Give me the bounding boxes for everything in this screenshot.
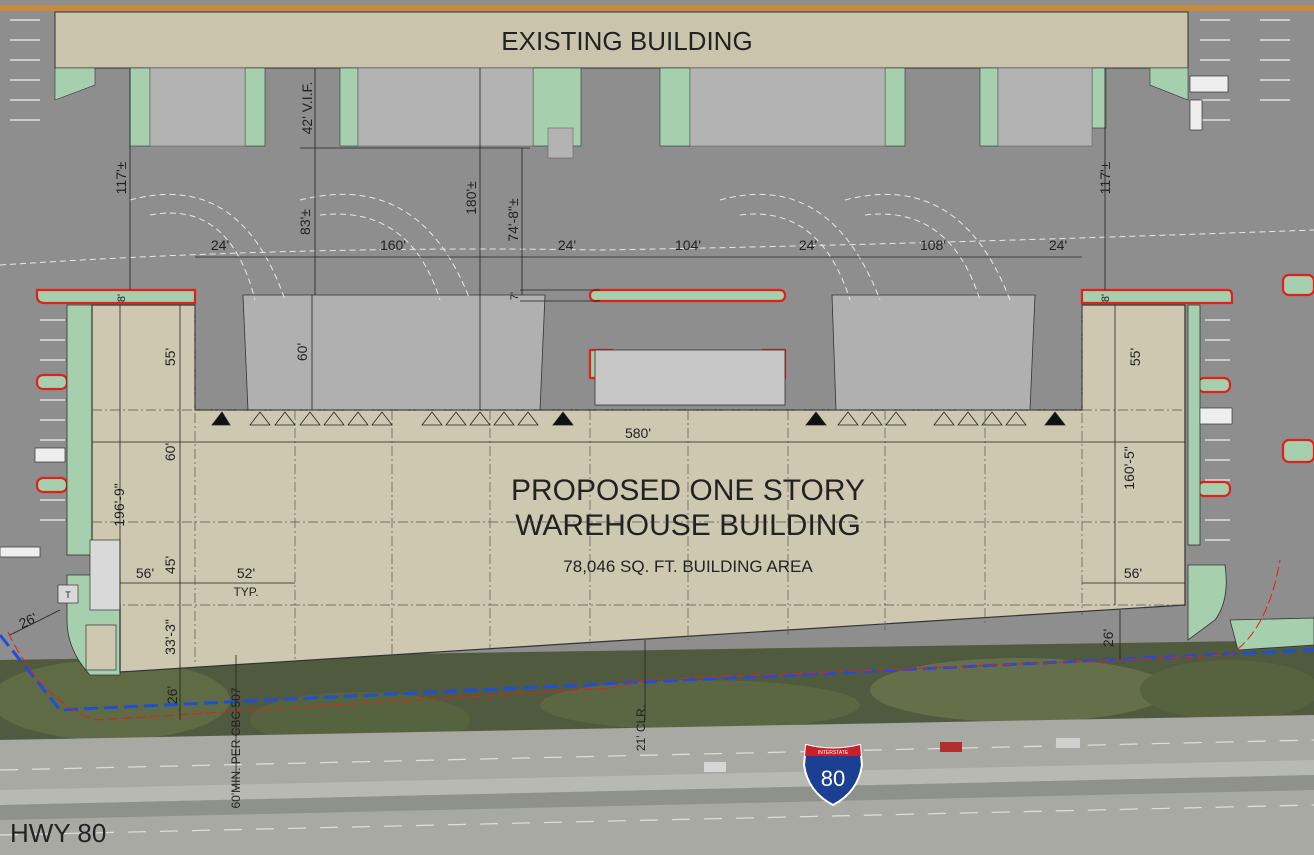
dim-74-8: 74'-8"± — [505, 198, 521, 242]
dim-52: 52' — [237, 565, 255, 581]
dim-24-a: 24' — [211, 237, 229, 253]
site-plan: EXISTING BUILDING PROPOSED ONE STORY WAR… — [0, 0, 1314, 855]
dim-180: 180'± — [463, 181, 479, 215]
dim-42-vif: 42' V.I.F. — [299, 82, 315, 135]
shield-top: INTERSTATE — [818, 750, 849, 756]
dim-108: 108' — [920, 237, 946, 253]
dim-56-right: 56' — [1124, 565, 1142, 581]
dim-196-9: 196'-9" — [111, 483, 127, 526]
dim-7: 7' — [509, 292, 521, 300]
shield-number: 80 — [821, 766, 845, 791]
highway-label: HWY 80 — [10, 818, 106, 848]
dim-8-left: 8' — [116, 294, 128, 302]
dim-83: 83'± — [297, 209, 313, 235]
dim-160: 160' — [380, 237, 406, 253]
dim-117-left: 117'± — [113, 161, 129, 194]
dim-117-right: 117'± — [1097, 161, 1113, 194]
transformer-label: T — [65, 590, 71, 600]
dim-8-right: 8' — [1100, 294, 1112, 302]
top-border — [0, 5, 1314, 11]
dim-33-3: 33'-3" — [162, 619, 178, 655]
dim-24-d: 24' — [1049, 237, 1067, 253]
dim-56-left: 56' — [136, 565, 154, 581]
dim-60-bay: 60' — [162, 443, 178, 461]
dim-104: 104' — [675, 237, 701, 253]
dim-typ: TYP. — [233, 585, 258, 599]
building-title-line1: PROPOSED ONE STORY — [511, 474, 865, 507]
dim-55-left: 55' — [162, 348, 178, 366]
dim-60-dock: 60' — [294, 343, 310, 361]
dim-26-bottom: 26' — [164, 686, 180, 704]
dim-21-clr: 21' CLR. — [634, 705, 648, 751]
dim-45: 45' — [162, 556, 178, 574]
dim-26-right: 26' — [1100, 629, 1116, 647]
dim-55-right: 55' — [1127, 348, 1143, 366]
existing-building: EXISTING BUILDING — [54, 11, 1189, 69]
building-title-line2: WAREHOUSE BUILDING — [515, 509, 861, 542]
aerial-background — [0, 640, 1314, 855]
dim-24-b: 24' — [558, 237, 576, 253]
dim-580: 580' — [625, 425, 651, 441]
building-area: 78,046 SQ. FT. BUILDING AREA — [563, 557, 813, 576]
dim-60-min: 60'MIN. PER CBC 507 — [229, 687, 243, 808]
existing-building-label: EXISTING BUILDING — [501, 26, 752, 56]
dim-24-c: 24' — [799, 237, 817, 253]
dim-160-5: 160'-5" — [1121, 446, 1137, 489]
